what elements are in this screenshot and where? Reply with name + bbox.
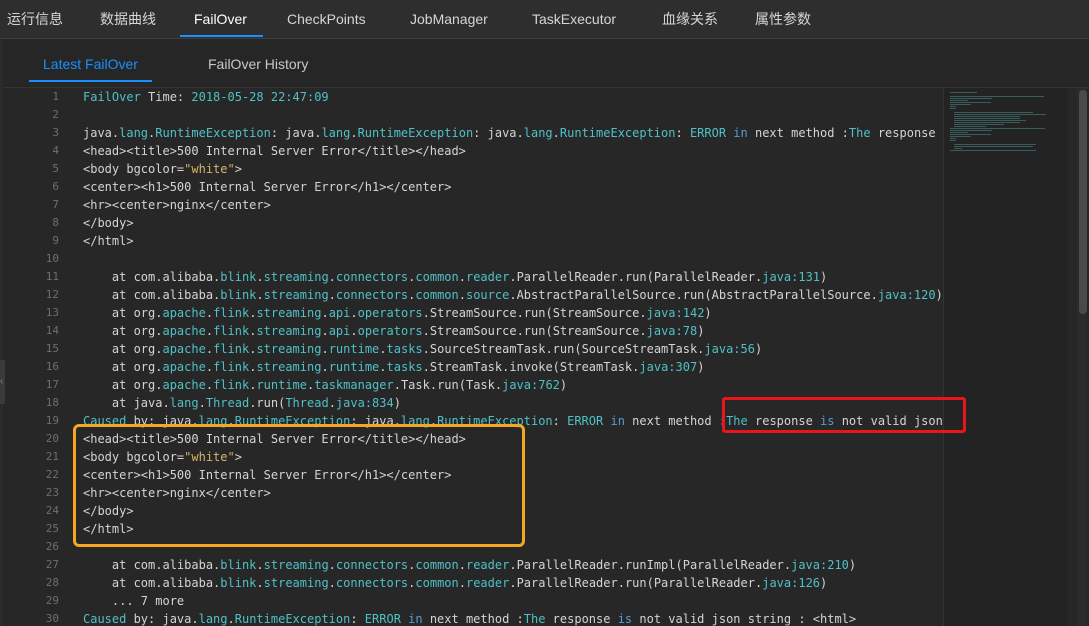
tab-failover[interactable]: FailOver (180, 0, 263, 38)
line-number: 25 (45, 522, 59, 535)
minimap-line (950, 130, 993, 131)
line-number: 17 (45, 378, 59, 391)
minimap-line (950, 106, 956, 107)
side-collapse-handle[interactable]: ‹ (0, 360, 5, 404)
minimap-line (950, 98, 993, 99)
minimap-line (950, 140, 956, 141)
line-number: 4 (52, 144, 59, 157)
code-line: ... 7 more (83, 594, 185, 608)
code-line: at org.apache.flink.streaming.api.operat… (83, 324, 705, 338)
tab-checkpoints[interactable]: CheckPoints (287, 0, 366, 38)
line-number: 27 (45, 558, 59, 571)
line-number: 28 (45, 576, 59, 589)
code-line: FailOver Time: 2018-05-28 22:47:09 (83, 90, 329, 104)
minimap-line (954, 116, 1021, 117)
top-navigation: 运行信息 数据曲线 FailOver CheckPoints JobManage… (0, 0, 1089, 39)
minimap-line (954, 144, 1037, 145)
minimap-line (954, 126, 986, 127)
code-line: <body bgcolor="white"> (83, 162, 242, 176)
tab-lineage[interactable]: 血缘关系 (662, 0, 718, 38)
line-number: 24 (45, 504, 59, 517)
tab-taskexecutor[interactable]: TaskExecutor (532, 0, 616, 38)
code-line: <head><title>500 Internal Server Error</… (83, 144, 466, 158)
minimap-line (950, 100, 968, 101)
line-number: 11 (45, 270, 59, 283)
orange-highlight-box (73, 424, 525, 547)
code-line: at org.apache.flink.streaming.api.operat… (83, 306, 712, 320)
code-line: java.lang.RuntimeException: java.lang.Ru… (83, 126, 936, 140)
minimap-line (950, 150, 1036, 151)
line-number: 13 (45, 306, 59, 319)
minimap-line (950, 104, 971, 105)
code-line: at java.lang.Thread.run(Thread.java:834) (83, 396, 401, 410)
minimap-line (954, 112, 1034, 113)
subtab-latest-failover[interactable]: Latest FailOver (29, 56, 152, 82)
code-line: at com.alibaba.blink.streaming.connector… (83, 558, 857, 572)
code-line: Caused by: java.lang.RuntimeException: E… (83, 612, 857, 626)
code-line: </body> (83, 216, 134, 230)
line-number: 19 (45, 414, 59, 427)
tab-jobmanager[interactable]: JobManager (410, 0, 488, 38)
line-number: 2 (52, 108, 59, 121)
line-number: 5 (52, 162, 59, 175)
minimap-line (954, 146, 1034, 147)
subtab-failover-history[interactable]: FailOver History (208, 56, 308, 72)
minimap-line (950, 96, 1045, 97)
failover-subtabs: Latest FailOver FailOver History (3, 39, 1089, 88)
minimap-line (954, 124, 1005, 125)
code-line: at com.alibaba.blink.streaming.connector… (83, 288, 943, 302)
line-number: 26 (45, 540, 59, 553)
line-number: 30 (45, 612, 59, 625)
line-number: 14 (45, 324, 59, 337)
code-line: at org.apache.flink.streaming.runtime.ta… (83, 360, 705, 374)
code-line: <hr><center>nginx</center> (83, 198, 271, 212)
minimap-line (950, 134, 991, 135)
line-number: 9 (52, 234, 59, 247)
code-line: at org.apache.flink.streaming.runtime.ta… (83, 342, 763, 356)
line-number: 1 (52, 90, 59, 103)
code-line: <center><h1>500 Internal Server Error</h… (83, 180, 452, 194)
vertical-scrollbar-thumb[interactable] (1079, 90, 1087, 314)
red-highlight-box (722, 397, 966, 433)
minimap-line (954, 120, 1026, 121)
line-number: 8 (52, 216, 59, 229)
line-number: 3 (52, 126, 59, 139)
line-number: 10 (45, 252, 59, 265)
line-number: 16 (45, 360, 59, 373)
line-number: 6 (52, 180, 59, 193)
code-minimap[interactable] (943, 88, 1068, 626)
line-number-gutter: 1 2 3 4 5 6 7 8 9 10 11 12 13 14 15 16 17 18 19 20 21 22 23 24 2… (3, 88, 65, 626)
code-line: at com.alibaba.blink.streaming.connector… (83, 270, 828, 284)
tab-data-curve[interactable]: 数据曲线 (100, 0, 156, 38)
minimap-line (954, 122, 1020, 123)
minimap-line (950, 136, 971, 137)
line-number: 15 (45, 342, 59, 355)
line-number: 23 (45, 486, 59, 499)
code-line: </html> (83, 234, 134, 248)
minimap-line (950, 92, 978, 93)
minimap-line (954, 148, 962, 149)
tab-properties[interactable]: 属性参数 (755, 0, 811, 38)
line-number: 18 (45, 396, 59, 409)
minimap-line (954, 114, 1046, 115)
tab-run-info[interactable]: 运行信息 (7, 0, 63, 38)
line-number: 20 (45, 432, 59, 445)
minimap-line (950, 128, 1046, 129)
minimap-line (950, 108, 956, 109)
line-number: 7 (52, 198, 59, 211)
line-number: 21 (45, 450, 59, 463)
code-line: at org.apache.flink.runtime.taskmanager.… (83, 378, 568, 392)
code-line: at com.alibaba.blink.streaming.connector… (83, 576, 828, 590)
line-number: 22 (45, 468, 59, 481)
minimap-line (954, 118, 1020, 119)
minimap-line (950, 132, 968, 133)
line-number: 29 (45, 594, 59, 607)
minimap-line (950, 138, 956, 139)
minimap-line (950, 102, 991, 103)
line-number: 12 (45, 288, 59, 301)
